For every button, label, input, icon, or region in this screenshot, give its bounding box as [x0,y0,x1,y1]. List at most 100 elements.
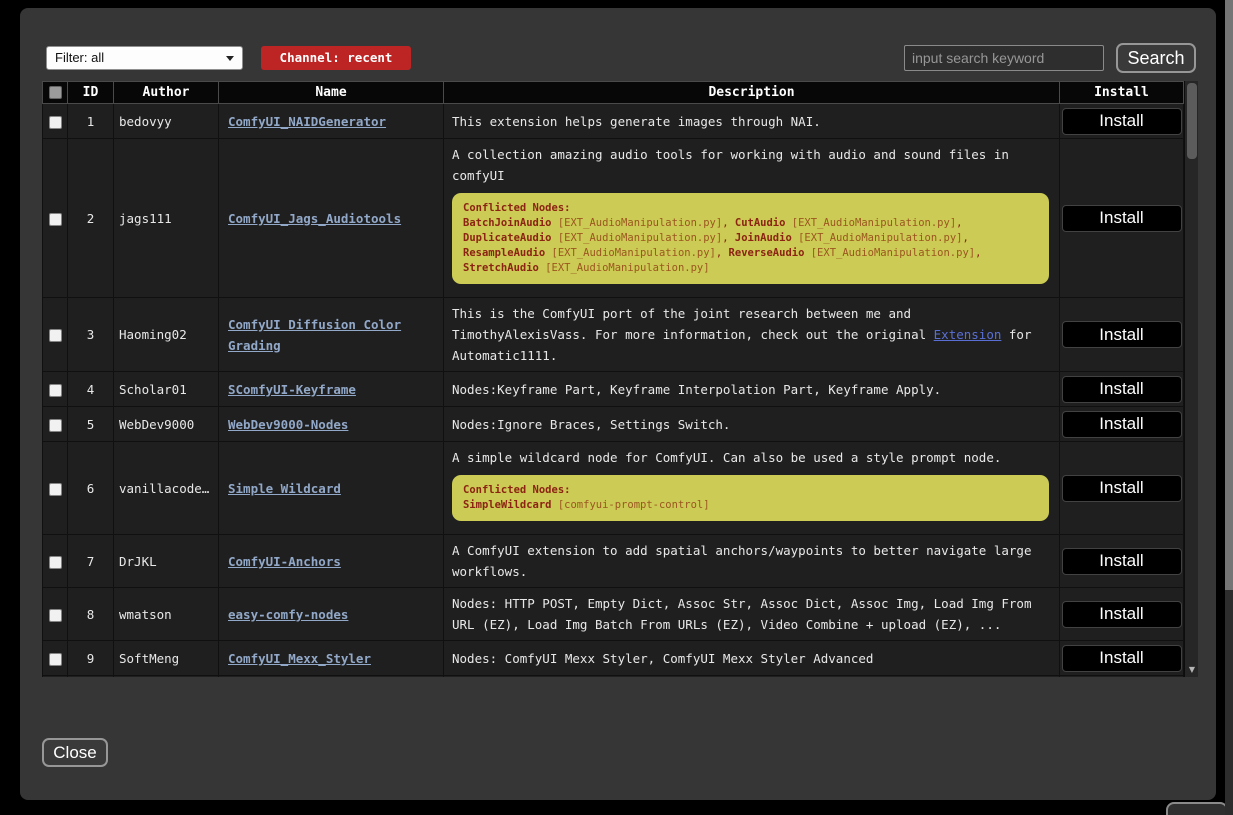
cell-id: 5 [68,407,114,442]
cell-author: Haoming02 [114,298,219,372]
cell-author: WebDev9000 [114,407,219,442]
node-name-link[interactable]: SComfyUI-Keyframe [228,382,356,397]
node-name-link[interactable]: ComfyUI Diffusion Color Grading [228,317,401,353]
cell-author: SoftMeng [114,641,219,676]
cell-description: This extension helps generate images thr… [444,104,1060,139]
cell-id: 6 [68,442,114,535]
search-input[interactable] [904,45,1104,71]
table-row: 3 Haoming02 ComfyUI Diffusion Color Grad… [43,298,1184,372]
cell-id: 3 [68,298,114,372]
table-row: 8 wmatson easy-comfy-nodes Nodes: HTTP P… [43,588,1184,641]
table-row: 6 vanillacode… Simple Wildcard A simple … [43,442,1184,535]
cell-description: This is the ComfyUI port of the joint re… [444,298,1060,372]
col-header-install: Install [1060,82,1184,104]
install-button[interactable]: Install [1062,108,1182,135]
table-scrollbar[interactable]: ▼ [1184,81,1198,677]
row-checkbox[interactable] [49,483,62,496]
conflict-list: BatchJoinAudio [EXT_AudioManipulation.py… [463,216,1038,276]
col-header-checkbox [43,82,68,104]
cell-id: 8 [68,588,114,641]
table-row: 4 Scholar01 SComfyUI-Keyframe Nodes:Keyf… [43,372,1184,407]
cell-id: 7 [68,535,114,588]
table-row: 9 SoftMeng ComfyUI_Mexx_Styler Nodes: Co… [43,641,1184,676]
row-checkbox[interactable] [49,419,62,432]
node-name-link[interactable]: ComfyUI-Anchors [228,554,341,569]
select-all-checkbox[interactable] [49,86,62,99]
node-name-link[interactable]: easy-comfy-nodes [228,607,348,622]
cell-description: Nodes:Keyframe Part, Keyframe Interpolat… [444,372,1060,407]
search-button[interactable]: Search [1116,43,1196,73]
table-row: 1 bedovyy ComfyUI_NAIDGenerator This ext… [43,104,1184,139]
row-checkbox[interactable] [49,384,62,397]
install-button[interactable]: Install [1062,376,1182,403]
install-button[interactable]: Install [1062,548,1182,575]
description-text: A simple wildcard node for ComfyUI. Can … [452,447,1051,468]
filter-select-value: Filter: all [55,50,104,65]
col-header-author: Author [114,82,219,104]
row-checkbox[interactable] [49,213,62,226]
cell-id: 1 [68,104,114,139]
node-name-link[interactable]: ComfyUI_Jags_Audiotools [228,211,401,226]
cell-id: 4 [68,372,114,407]
col-header-id: ID [68,82,114,104]
page-scrollbar[interactable] [1225,0,1233,815]
custom-nodes-dialog: Filter: all Channel: recent Search ID Au… [20,8,1216,800]
cell-description: Nodes: HTTP POST, Empty Dict, Assoc Str,… [444,588,1060,641]
conflict-title: Conflicted Nodes: [463,201,1038,216]
cell-author: Scholar01 [114,372,219,407]
col-header-name: Name [219,82,444,104]
conflict-warning-box: Conflicted Nodes:BatchJoinAudio [EXT_Aud… [452,193,1049,284]
cell-author: jags111 [114,139,219,298]
install-button[interactable]: Install [1062,645,1182,672]
cell-description: A simple wildcard node for ComfyUI. Can … [444,442,1060,535]
install-button[interactable]: Install [1062,321,1182,348]
page-scrollbar-thumb[interactable] [1225,0,1233,590]
cell-author: zcfrank1st [114,676,219,678]
description-text: A collection amazing audio tools for wor… [452,144,1051,186]
row-checkbox[interactable] [49,116,62,129]
custom-nodes-table: ID Author Name Description Install 1 bed… [42,81,1198,677]
table-header-row: ID Author Name Description Install [43,82,1184,104]
table-row: 5 WebDev9000 WebDev9000-Nodes Nodes:Igno… [43,407,1184,442]
install-button[interactable]: Install [1062,601,1182,628]
node-name-link[interactable]: WebDev9000-Nodes [228,417,348,432]
row-checkbox[interactable] [49,329,62,342]
cell-description: A ComfyUI extension to add spatial ancho… [444,535,1060,588]
install-button[interactable]: Install [1062,475,1182,502]
cell-id: 2 [68,139,114,298]
table-scrollbar-thumb[interactable] [1187,83,1197,159]
cell-author: vanillacode… [114,442,219,535]
partial-button[interactable] [1166,802,1228,815]
cell-author: bedovyy [114,104,219,139]
node-name-link[interactable]: ComfyUI_NAIDGenerator [228,114,386,129]
install-button[interactable]: Install [1062,411,1182,438]
col-header-description: Description [444,82,1060,104]
extension-link[interactable]: Extension [934,327,1002,342]
row-checkbox[interactable] [49,609,62,622]
row-checkbox[interactable] [49,653,62,666]
description-text: This is the ComfyUI port of the joint re… [452,306,934,342]
filter-select[interactable]: Filter: all [46,46,243,70]
table-row: 7 DrJKL ComfyUI-Anchors A ComfyUI extens… [43,535,1184,588]
close-button[interactable]: Close [42,738,108,767]
cell-author: wmatson [114,588,219,641]
channel-badge: Channel: recent [261,46,411,70]
cell-description: Nodes:Ignore Braces, Settings Switch. [444,407,1060,442]
cell-description: Nodes: ComfyUI Mexx Styler, ComfyUI Mexx… [444,641,1060,676]
cell-id: 9 [68,641,114,676]
table-row: 10 zcfrank1st ComfyUI Yolov8 Nodes: Yolo… [43,676,1184,678]
node-name-link[interactable]: ComfyUI_Mexx_Styler [228,651,371,666]
cell-author: DrJKL [114,535,219,588]
conflict-list: SimpleWildcard [comfyui-prompt-control] [463,498,1038,513]
conflict-warning-box: Conflicted Nodes:SimpleWildcard [comfyui… [452,475,1049,521]
table-row: 2 jags111 ComfyUI_Jags_Audiotools A coll… [43,139,1184,298]
install-button[interactable]: Install [1062,205,1182,232]
cell-description: A collection amazing audio tools for wor… [444,139,1060,298]
conflict-title: Conflicted Nodes: [463,483,1038,498]
chevron-down-icon [226,56,234,61]
cell-id: 10 [68,676,114,678]
scroll-down-arrow-icon[interactable]: ▼ [1185,665,1198,674]
row-checkbox[interactable] [49,556,62,569]
cell-description: Nodes: Yolov8Detection, Yolov8Segmentati… [444,676,1060,678]
node-name-link[interactable]: Simple Wildcard [228,481,341,496]
